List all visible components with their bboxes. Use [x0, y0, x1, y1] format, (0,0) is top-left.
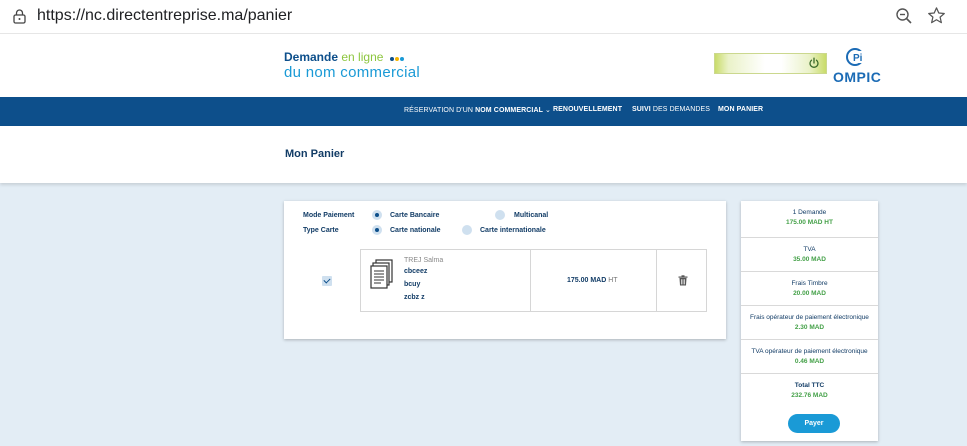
cart-item-name: zcbz z: [404, 294, 425, 301]
summary-row: TVA opérateur de paiement électronique 0…: [741, 340, 878, 374]
url-field[interactable]: https://nc.directentreprise.ma/panier: [37, 7, 292, 25]
summary-total-label: Total TTC: [794, 382, 825, 389]
summary-row: Frais Timbre 20.00 MAD: [741, 272, 878, 306]
nav-renouvellement[interactable]: RENOUVELLEMENT: [553, 106, 622, 113]
page-title: Mon Panier: [285, 148, 345, 160]
cart-item-owner: TREJ Salma: [404, 257, 444, 264]
nav-mon-panier[interactable]: MON PANIER: [718, 106, 763, 113]
nav-suivi-bold: SUIVI: [632, 106, 651, 113]
page-title-band: Mon Panier: [0, 126, 967, 183]
option-multicanal-label: Multicanal: [514, 212, 549, 219]
logout-power-icon[interactable]: [808, 57, 820, 69]
logo-subtitle: du nom commercial: [284, 64, 420, 81]
zoom-out-icon[interactable]: [895, 7, 913, 25]
ompic-label: OMPIC: [833, 69, 882, 85]
summary-label: 1 Demande: [792, 209, 827, 216]
price-value: 175.00 MAD: [567, 277, 607, 284]
trash-icon[interactable]: [678, 275, 688, 286]
cell-divider: [656, 250, 657, 311]
summary-row: Frais opérateur de paiement électronique…: [741, 306, 878, 340]
document-icon: [370, 259, 393, 289]
summary-value: 35.00 MAD: [793, 256, 826, 263]
radio-multicanal[interactable]: [495, 210, 505, 220]
site-header: Demande en ligne du nom commercial Pi OM…: [0, 34, 967, 97]
summary-total-row: Total TTC 232.76 MAD: [741, 374, 878, 408]
nav-panier-suffix: PANIER: [734, 106, 764, 113]
nav-reservation-prefix: RÉSERVATION D'UN: [404, 107, 476, 114]
ompic-logo-icon: Pi: [846, 48, 864, 66]
summary-total-value: 232.76 MAD: [791, 392, 828, 399]
nav-suivi-suffix: DES DEMANDES: [650, 106, 711, 113]
summary-label: TVA: [803, 246, 816, 253]
payment-mode-label: Mode Paiement: [303, 212, 355, 219]
site-logo[interactable]: Demande en ligne: [284, 50, 405, 64]
card-type-label: Type Carte: [303, 227, 339, 234]
main-navbar: RÉSERVATION D'UN NOM COMMERCIAL ⌄ RENOUV…: [0, 97, 967, 126]
option-carte-internationale-label: Carte internationale: [480, 227, 546, 234]
cart-item-checkbox[interactable]: [322, 276, 332, 286]
cart-item-row: TREJ Salma cbceez bcuy zcbz z 175.00 MAD…: [360, 249, 707, 312]
summary-label: Frais Timbre: [791, 280, 828, 287]
radio-carte-bancaire[interactable]: [372, 210, 382, 220]
option-carte-bancaire-label: Carte Bancaire: [390, 212, 440, 219]
nav-reservation-bold: NOM COMMERCIAL: [475, 107, 544, 114]
cart-item-price: 175.00 MAD HT: [567, 277, 618, 284]
pay-button[interactable]: Payer: [788, 414, 840, 433]
summary-value: 2.30 MAD: [794, 324, 825, 331]
logo-text-main: Demande: [284, 50, 339, 64]
nav-suivi[interactable]: SUIVI DES DEMANDES: [632, 106, 710, 113]
summary-value: 175.00 MAD HT: [786, 219, 833, 226]
chevron-down-icon: ⌄: [543, 107, 552, 114]
summary-label: Frais opérateur de paiement électronique: [750, 314, 869, 321]
summary-label: TVA opérateur de paiement électronique: [751, 348, 868, 355]
nav-panier-bold: MON: [718, 106, 735, 113]
summary-row: TVA 35.00 MAD: [741, 238, 878, 272]
nav-renouvellement-label: RENOUVELLEMENT: [553, 106, 623, 113]
summary-value: 0.46 MAD: [794, 358, 825, 365]
cart-item-name: cbceez: [404, 268, 428, 275]
radio-carte-internationale[interactable]: [462, 225, 472, 235]
cell-divider: [530, 250, 531, 311]
site-info-icon[interactable]: [13, 9, 26, 24]
price-unit: HT: [608, 277, 618, 284]
svg-text:Pi: Pi: [853, 53, 863, 64]
cart-panel: Mode Paiement Carte Bancaire Multicanal …: [284, 201, 726, 339]
cart-item-name: bcuy: [404, 281, 421, 288]
radio-carte-nationale[interactable]: [372, 225, 382, 235]
logo-dots-icon: [389, 50, 405, 64]
nav-reservation[interactable]: RÉSERVATION D'UN NOM COMMERCIAL ⌄: [404, 106, 551, 114]
browser-address-bar: https://nc.directentreprise.ma/panier: [0, 0, 967, 34]
logo-text-accent: en ligne: [341, 50, 384, 64]
bookmark-star-icon[interactable]: [927, 6, 946, 25]
order-summary: 1 Demande 175.00 MAD HT TVA 35.00 MAD Fr…: [741, 201, 878, 441]
summary-row: 1 Demande 175.00 MAD HT: [741, 201, 878, 238]
summary-value: 20.00 MAD: [793, 290, 826, 297]
option-carte-nationale-label: Carte nationale: [390, 227, 441, 234]
